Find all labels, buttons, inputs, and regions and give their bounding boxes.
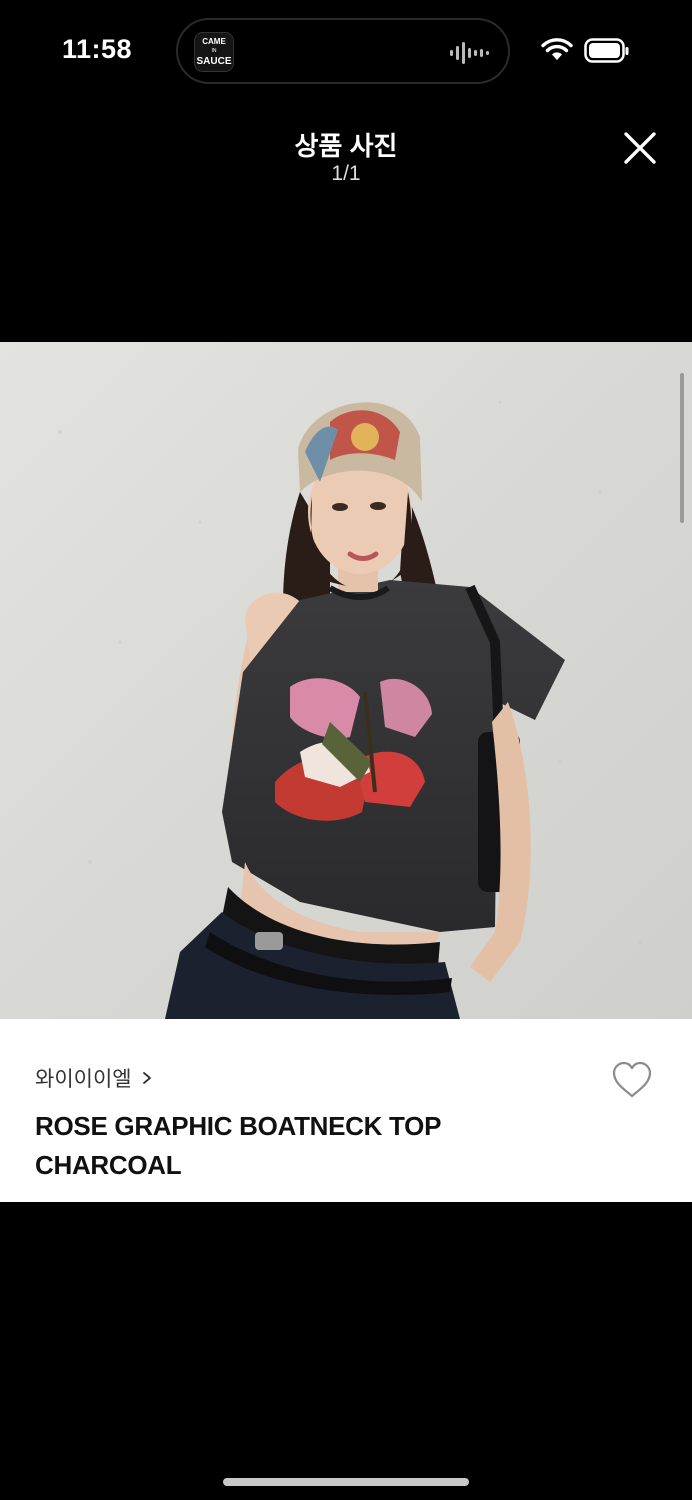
brand-name: 와이이이엘 [35,1068,132,1091]
wishlist-button[interactable] [610,1059,654,1101]
page-title: 상품 사진 [294,131,398,161]
chevron-right-icon [142,1072,151,1084]
status-time: 11:58 [62,34,133,64]
home-indicator[interactable] [223,1478,469,1486]
battery-icon [584,38,629,63]
artwork-text-line1: CAME [202,37,226,46]
product-name-line2: CHARCOAL [35,1150,182,1180]
close-button[interactable] [618,126,662,170]
audio-waveform-icon [450,42,489,64]
product-name: ROSE GRAPHIC BOATNECK TOP CHARCOAL [35,1107,555,1185]
photo-counter: 1/1 [331,162,361,185]
artwork-text-line2: IN [212,48,217,54]
close-icon [624,132,656,164]
wifi-icon [541,38,573,60]
artwork-text-line3: SAUCE [196,56,231,67]
product-info-panel: 와이이이엘 ROSE GRAPHIC BOATNECK TOP CHARCOAL [0,1019,692,1202]
status-bar: 11:58 CAME IN SAUCE [0,0,692,100]
brand-link[interactable]: 와이이이엘 [35,1063,154,1093]
heart-outline-icon [612,1061,652,1098]
product-photo[interactable] [0,342,692,1019]
scroll-indicator[interactable] [680,373,684,523]
product-name-line1: ROSE GRAPHIC BOATNECK TOP [35,1111,442,1141]
now-playing-artwork: CAME IN SAUCE [194,32,234,72]
dynamic-island[interactable]: CAME IN SAUCE [176,18,510,84]
